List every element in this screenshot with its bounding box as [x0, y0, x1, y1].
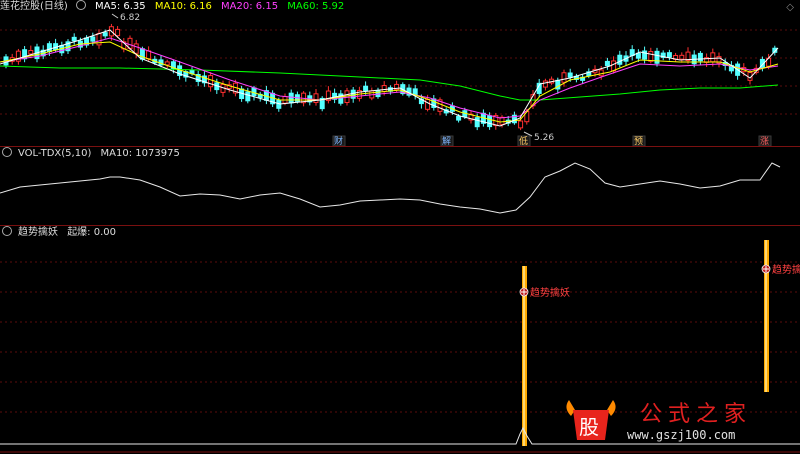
candle-body: [635, 52, 641, 59]
candle-body: [363, 85, 369, 91]
candle-body: [102, 32, 108, 37]
candle-body: [561, 72, 567, 83]
logo-text: 公式之家: [640, 402, 753, 427]
candle-body: [115, 28, 121, 37]
candle-body: [46, 43, 52, 53]
candle-body: [710, 52, 716, 63]
high-price-label: 6.82: [120, 13, 140, 23]
event-marker-2[interactable]: 低: [519, 135, 528, 146]
volume-panel[interactable]: VOL-TDX(5,10) MA10: 1073975: [0, 147, 800, 225]
low-price-label: 5.26: [534, 133, 554, 143]
signal-annotation-1: 趋势擒妖: [772, 263, 800, 276]
candle-body: [208, 75, 214, 88]
candle-body: [654, 50, 660, 64]
candle-body: [375, 89, 381, 98]
signal-marker-icon: [519, 287, 529, 297]
event-marker-0[interactable]: 财: [334, 135, 343, 146]
candle-body: [313, 93, 319, 103]
event-marker-1[interactable]: 解: [442, 135, 451, 146]
candle-body: [251, 87, 257, 97]
candle-body: [474, 117, 480, 128]
volume-chart: [0, 162, 781, 214]
ma60-line: [0, 65, 779, 101]
main-price-panel[interactable]: 莲花控股(日线) MA5: 6.35 MA10: 6.16 MA20: 6.15…: [0, 0, 800, 146]
candle-body: [425, 99, 431, 110]
candle-body: [71, 36, 77, 42]
candle-body: [164, 61, 170, 66]
svg-text:股: 股: [579, 415, 599, 439]
candle-body: [542, 80, 548, 88]
signal-marker-icon: [761, 264, 771, 274]
candle-body: [487, 115, 493, 128]
candle-body: [456, 115, 462, 121]
candle-body: [598, 69, 604, 77]
candle-body: [679, 54, 685, 60]
candle-body: [412, 88, 418, 96]
candle-body: [567, 72, 573, 78]
candle-body: [288, 92, 294, 104]
event-marker-3[interactable]: 预: [634, 136, 643, 146]
candle-body: [604, 60, 610, 67]
signal-panel[interactable]: 趋势擒妖 起爆: 0.00 趋势擒妖 趋势擒妖: [0, 226, 800, 454]
candle-body: [28, 49, 34, 55]
candlestick-chart: 6.82 5.26 财 解 低 预 涨: [0, 13, 800, 146]
candle-body: [697, 52, 703, 62]
volume-ma10-line: [0, 162, 781, 214]
candle-body: [518, 120, 524, 129]
candle-body: [617, 54, 623, 65]
candle-body: [146, 50, 152, 60]
candle-body: [90, 36, 96, 42]
candle-body: [381, 85, 387, 93]
event-marker-4[interactable]: 涨: [760, 136, 769, 146]
candle-body: [611, 60, 617, 72]
candle-body: [133, 43, 139, 54]
signal-annotation-0: 趋势擒妖: [530, 286, 570, 299]
candle-body: [648, 51, 654, 62]
logo-url: www.gszj100.com: [627, 428, 736, 442]
signal-bar: [765, 240, 767, 392]
bull-logo-icon: 股: [566, 400, 616, 440]
candle-body: [666, 52, 672, 58]
candle-body: [245, 91, 251, 102]
watermark-logo: 股 公式之家 www.gszj100.com: [555, 392, 785, 450]
